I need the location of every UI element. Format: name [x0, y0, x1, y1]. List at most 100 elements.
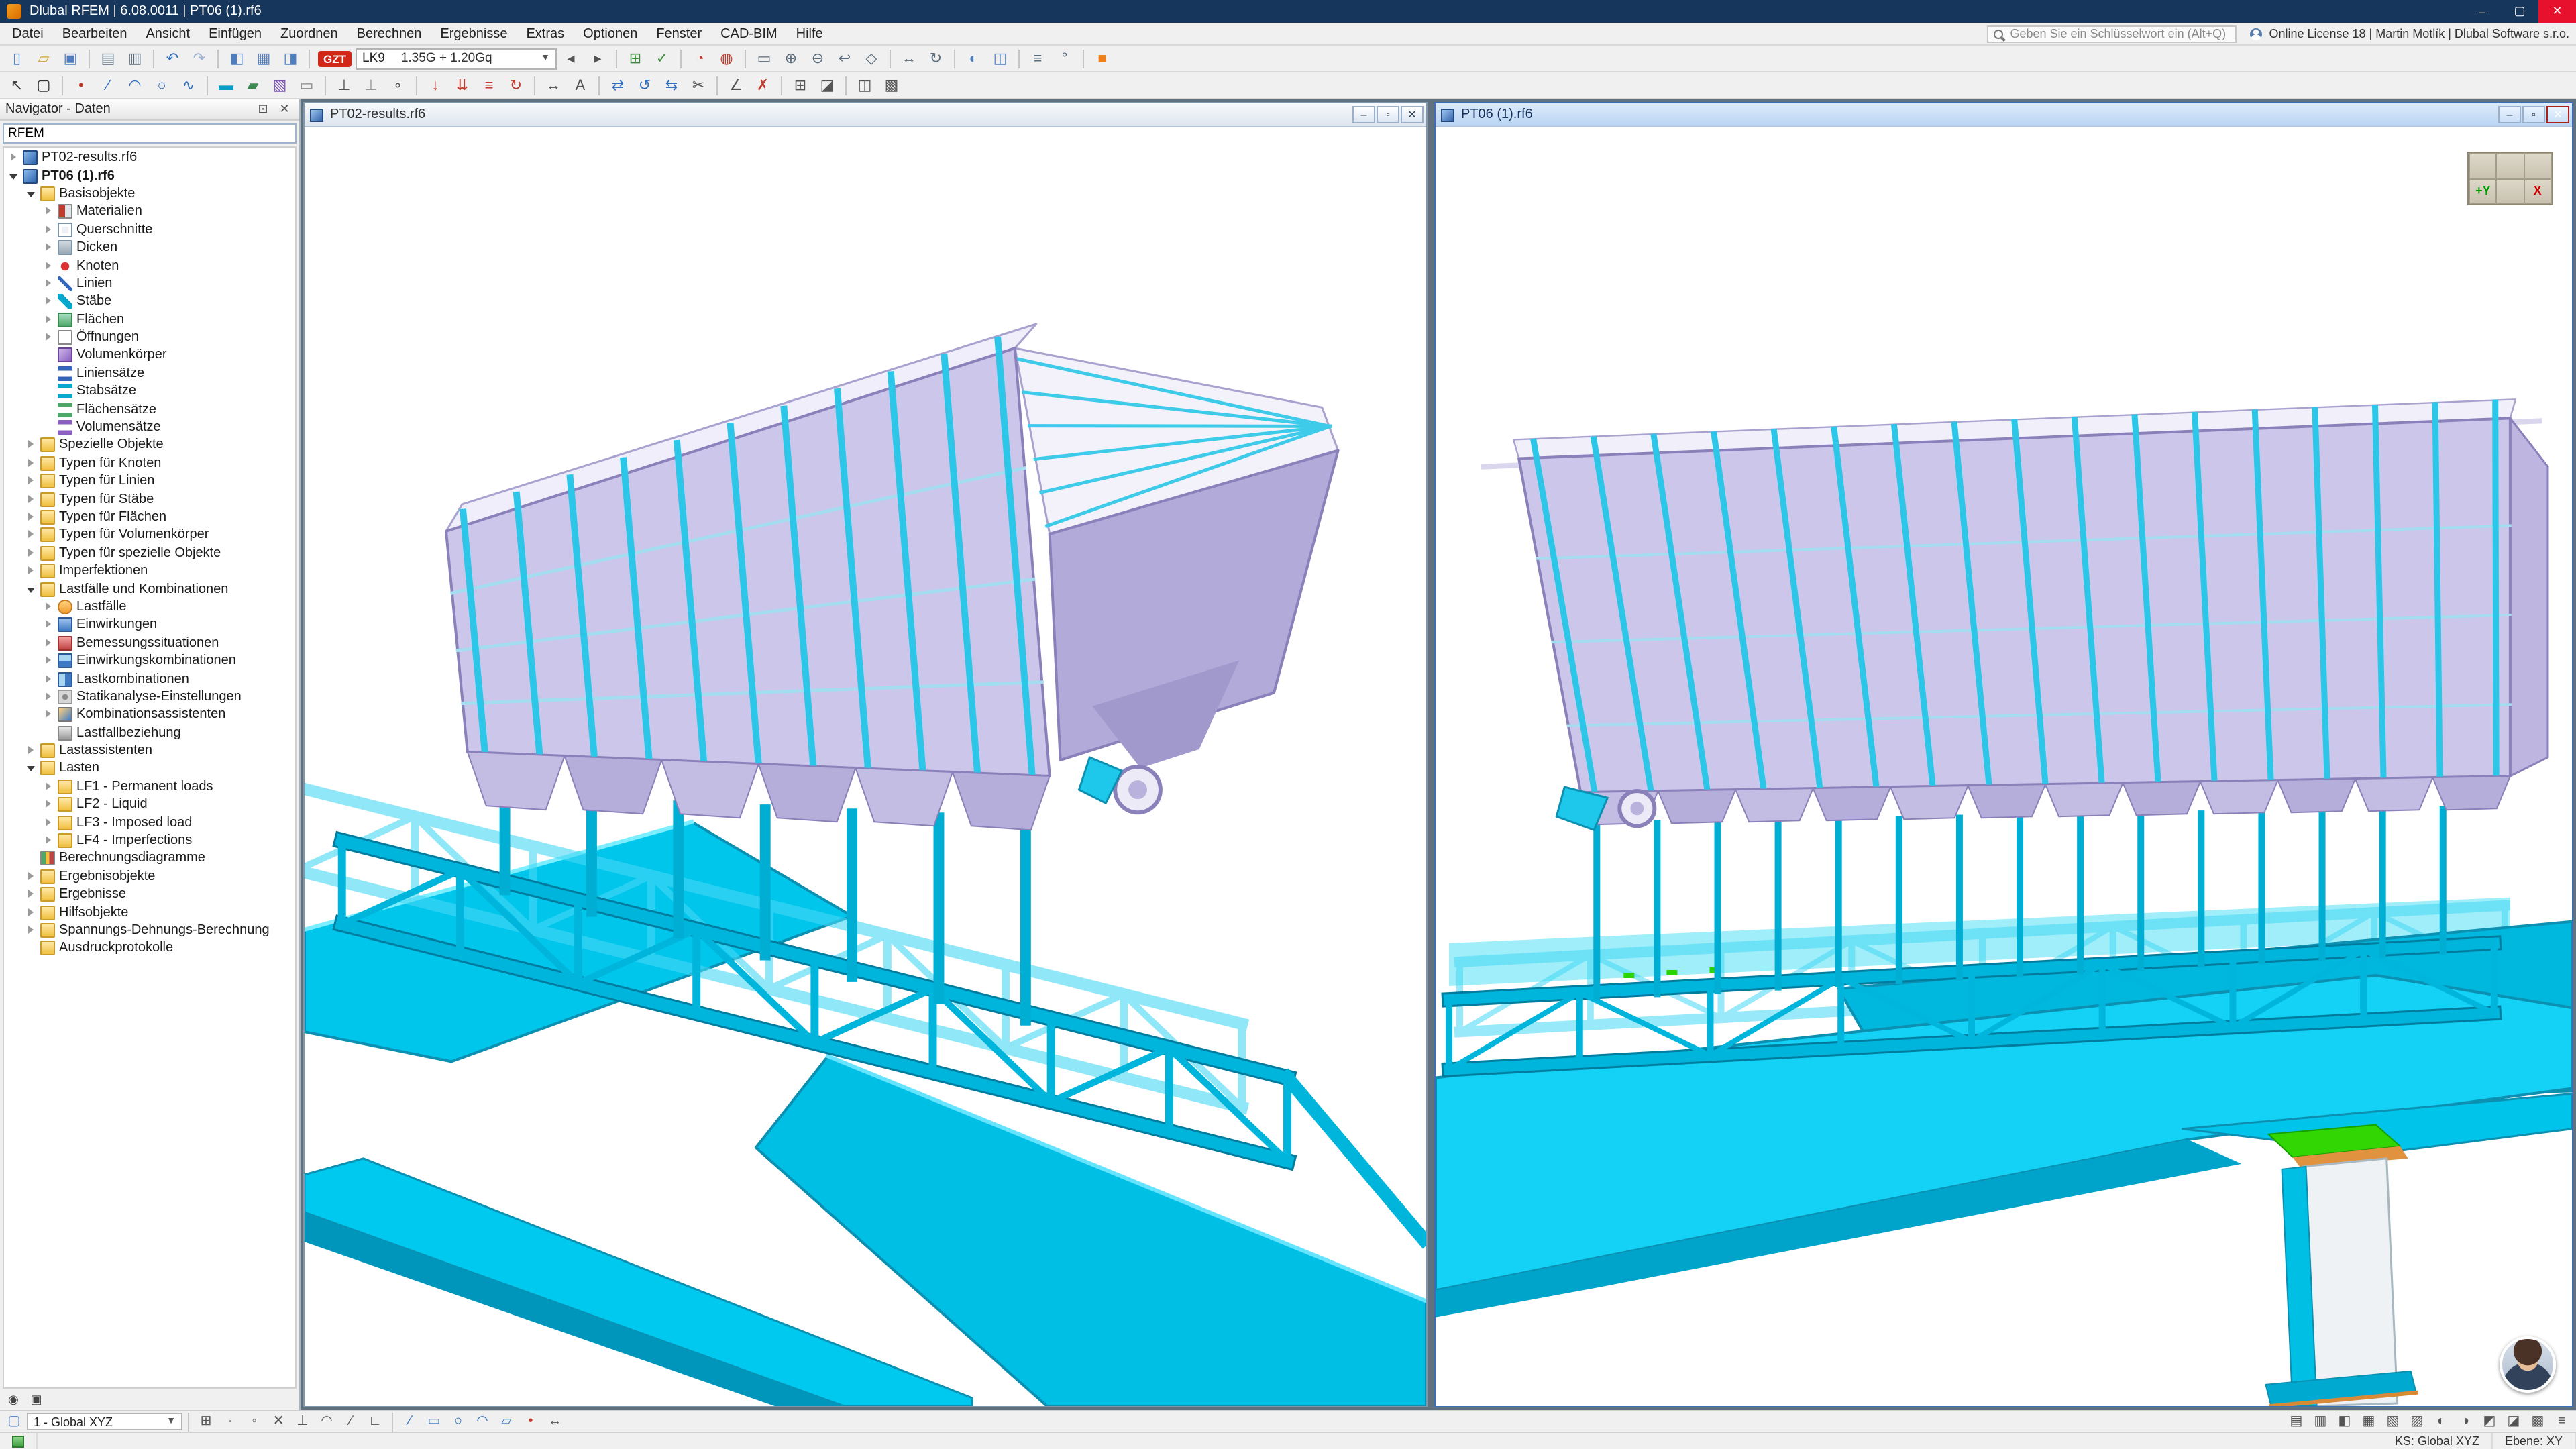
units-settings-icon[interactable]: °: [1052, 46, 1077, 70]
tree-item[interactable]: Typen für Flächen: [4, 508, 295, 527]
display-shadow-icon[interactable]: ◐: [2430, 1411, 2453, 1432]
tree-item[interactable]: Typen für Knoten: [4, 454, 295, 472]
expand-arrow-icon[interactable]: [25, 888, 38, 900]
clipping-planes-icon[interactable]: ▩: [2526, 1411, 2549, 1432]
draw-node-icon[interactable]: •: [519, 1411, 542, 1432]
measure-icon[interactable]: ∠: [723, 73, 749, 97]
expand-arrow-icon[interactable]: [25, 511, 38, 523]
expand-arrow-icon[interactable]: [43, 637, 55, 649]
menu-cad-bim[interactable]: CAD-BIM: [711, 23, 786, 44]
tree-item[interactable]: Bemessungssituationen: [4, 634, 295, 652]
move-copy-icon[interactable]: ⇄: [605, 73, 631, 97]
user-avatar[interactable]: [2500, 1336, 2556, 1393]
printout-report-icon[interactable]: ≡: [1025, 46, 1051, 70]
tree-item[interactable]: PT06 (1).rf6: [4, 167, 295, 185]
isometric-view-icon[interactable]: ◇: [859, 46, 884, 70]
tree-item[interactable]: Stäbe: [4, 292, 295, 311]
menu-einf-gen[interactable]: Einfügen: [199, 23, 271, 44]
expand-arrow-icon[interactable]: [43, 835, 55, 847]
nodal-load-icon[interactable]: ↓: [423, 73, 448, 97]
insert-arc-icon[interactable]: ◠: [122, 73, 148, 97]
result-values-icon[interactable]: ◍: [714, 46, 739, 70]
child-minimize-button[interactable]: –: [1352, 106, 1375, 123]
rotate-objects-icon[interactable]: ↺: [632, 73, 657, 97]
menu-hilfe[interactable]: Hilfe: [787, 23, 833, 44]
load-combination-combo[interactable]: LK91.35G + 1.20Gq▼: [356, 48, 557, 69]
tree-item[interactable]: Volumensätze: [4, 419, 295, 437]
snap-midpoint-icon[interactable]: ◦: [243, 1411, 266, 1432]
tree-item[interactable]: Liniensätze: [4, 364, 295, 382]
section-view-icon[interactable]: ◫: [852, 73, 877, 97]
snap-grid-icon[interactable]: ⊞: [195, 1411, 217, 1432]
view-cube-cell[interactable]: [2470, 154, 2496, 178]
mirror-objects-icon[interactable]: ⇆: [659, 73, 684, 97]
tree-item[interactable]: Einwirkungskombinationen: [4, 652, 295, 670]
calculation-check-icon[interactable]: ✓: [649, 46, 675, 70]
undo-icon[interactable]: ↶: [160, 46, 185, 70]
save-model-icon[interactable]: ▣: [58, 46, 83, 70]
expand-arrow-icon[interactable]: [43, 278, 55, 290]
tree-item[interactable]: Typen für Linien: [4, 472, 295, 490]
draw-line-icon[interactable]: ∕: [398, 1411, 421, 1432]
tree-item[interactable]: Hilfsobjekte: [4, 904, 295, 922]
menu-extras[interactable]: Extras: [517, 23, 574, 44]
show-tables-icon[interactable]: ▤: [2285, 1411, 2308, 1432]
divide-line-icon[interactable]: ✂: [686, 73, 711, 97]
expand-arrow-icon[interactable]: [43, 296, 55, 308]
tree-item[interactable]: Lastfälle: [4, 598, 295, 616]
expand-arrow-icon[interactable]: [43, 619, 55, 631]
draw-polygon-icon[interactable]: ▱: [495, 1411, 518, 1432]
expand-arrow-icon[interactable]: [43, 601, 55, 613]
text-annotation-icon[interactable]: A: [568, 73, 593, 97]
display-grid-icon[interactable]: ▦: [2357, 1411, 2380, 1432]
new-model-icon[interactable]: ▯: [4, 46, 30, 70]
expand-arrow-icon[interactable]: [25, 745, 38, 757]
tree-item[interactable]: Lastassistenten: [4, 742, 295, 760]
tree-item[interactable]: Einwirkungen: [4, 616, 295, 634]
collapse-arrow-icon[interactable]: [8, 170, 20, 182]
viewport-pt06[interactable]: +Y X: [1436, 126, 2572, 1406]
work-plane-icon[interactable]: ◪: [814, 73, 840, 97]
tree-item[interactable]: LF3 - Imposed load: [4, 814, 295, 832]
insert-solid-icon[interactable]: ▧: [267, 73, 292, 97]
draw-dimension-icon[interactable]: ↔: [543, 1411, 566, 1432]
expand-arrow-icon[interactable]: [43, 241, 55, 254]
tree-item[interactable]: Öffnungen: [4, 329, 295, 347]
tree-item[interactable]: Spezielle Objekte: [4, 437, 295, 455]
tree-item[interactable]: LF2 - Liquid: [4, 796, 295, 814]
redo-icon[interactable]: ↷: [186, 46, 212, 70]
hopper-structure[interactable]: [446, 324, 1338, 830]
child-close-button[interactable]: ✕: [1401, 106, 1424, 123]
insert-node-icon[interactable]: •: [68, 73, 94, 97]
zoom-window-icon[interactable]: ▭: [751, 46, 777, 70]
tree-item[interactable]: LF1 - Permanent loads: [4, 777, 295, 796]
snap-points-icon[interactable]: ∙: [219, 1411, 241, 1432]
tree-item[interactable]: Dicken: [4, 239, 295, 257]
tree-item[interactable]: PT02-results.rf6: [4, 149, 295, 167]
menu-fenster[interactable]: Fenster: [647, 23, 711, 44]
tree-item[interactable]: Imperfektionen: [4, 562, 295, 580]
expand-arrow-icon[interactable]: [43, 781, 55, 793]
menu-optionen[interactable]: Optionen: [574, 23, 647, 44]
model-3d-view-pt02[interactable]: [305, 127, 1426, 1406]
tree-item[interactable]: Typen für Stäbe: [4, 490, 295, 508]
tree-item[interactable]: Lasten: [4, 760, 295, 778]
window-minimize-button[interactable]: –: [2463, 0, 2501, 23]
child-minimize-button[interactable]: –: [2498, 106, 2521, 123]
menu-bearbeiten[interactable]: Bearbeiten: [53, 23, 137, 44]
moment-load-icon[interactable]: ↻: [503, 73, 529, 97]
select-pointer-icon[interactable]: ↖: [4, 73, 30, 97]
view-cube-widget[interactable]: +Y X: [2467, 152, 2553, 205]
select-window-icon[interactable]: ▢: [31, 73, 56, 97]
snap-intersection-icon[interactable]: ✕: [267, 1411, 290, 1432]
collapse-arrow-icon[interactable]: [25, 188, 38, 200]
expand-arrow-icon[interactable]: [43, 691, 55, 703]
member-hinge-icon[interactable]: ∘: [385, 73, 411, 97]
expand-arrow-icon[interactable]: [25, 565, 38, 577]
coordinate-system-combo[interactable]: 1 - Global XYZ▼: [27, 1413, 182, 1430]
expand-arrow-icon[interactable]: [43, 816, 55, 828]
tree-item[interactable]: Querschnitte: [4, 221, 295, 239]
zoom-in-icon[interactable]: ⊕: [778, 46, 804, 70]
print-graphic-icon[interactable]: ▤: [95, 46, 121, 70]
collapse-arrow-icon[interactable]: [25, 763, 38, 775]
